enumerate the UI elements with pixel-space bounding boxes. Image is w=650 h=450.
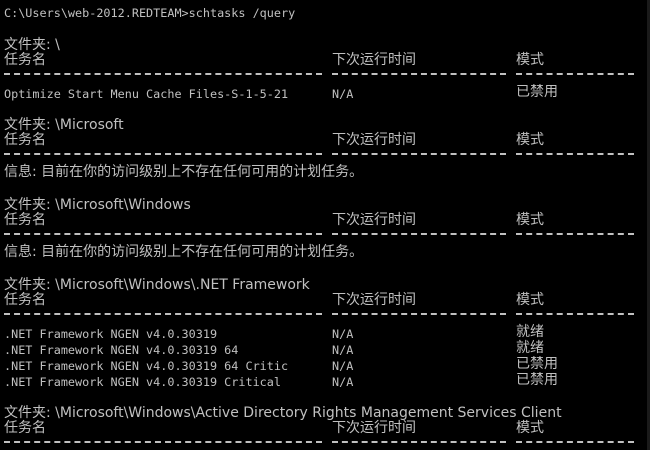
column-header-task-name: 任务名 bbox=[4, 292, 46, 308]
task-name: .NET Framework NGEN v4.0.30319 Critical bbox=[4, 375, 281, 389]
task-mode: 就绪 bbox=[516, 340, 544, 356]
column-header-next-run-time: 下次运行时间 bbox=[332, 420, 416, 436]
folder-label: 文件夹: \Microsoft\Windows bbox=[4, 197, 191, 213]
task-next-run: N/A bbox=[332, 327, 354, 341]
column-header-next-run-time: 下次运行时间 bbox=[332, 292, 416, 308]
header-separator bbox=[0, 310, 650, 318]
header-separator bbox=[0, 230, 650, 238]
column-header-mode: 模式 bbox=[516, 212, 544, 228]
task-next-run: N/A bbox=[332, 343, 354, 357]
command-prompt-line: C:\Users\web-2012.REDTEAM>schtasks /quer… bbox=[4, 6, 296, 20]
column-header-mode: 模式 bbox=[516, 420, 544, 436]
header-separator bbox=[0, 70, 650, 78]
column-header-next-run-time: 下次运行时间 bbox=[332, 132, 416, 148]
folder-label: 文件夹: \Microsoft bbox=[4, 117, 124, 133]
column-header-next-run-time: 下次运行时间 bbox=[332, 212, 416, 228]
info-message: 信息: 目前在你的访问级别上不存在任何可用的计划任务。 bbox=[4, 164, 364, 180]
column-header-task-name: 任务名 bbox=[4, 420, 46, 436]
header-separator bbox=[0, 438, 650, 446]
column-header-mode: 模式 bbox=[516, 292, 544, 308]
column-header-next-run-time: 下次运行时间 bbox=[332, 52, 416, 68]
task-mode: 已禁用 bbox=[516, 372, 558, 388]
task-name: .NET Framework NGEN v4.0.30319 bbox=[4, 327, 218, 341]
column-header-task-name: 任务名 bbox=[4, 132, 46, 148]
column-header-task-name: 任务名 bbox=[4, 52, 46, 68]
task-mode: 就绪 bbox=[516, 324, 544, 340]
folder-label: 文件夹: \Microsoft\Windows\Active Directory… bbox=[4, 405, 562, 421]
folder-label: 文件夹: \ bbox=[4, 37, 60, 53]
column-header-mode: 模式 bbox=[516, 52, 544, 68]
task-mode: 已禁用 bbox=[516, 356, 558, 372]
task-next-run: N/A bbox=[332, 375, 354, 389]
task-mode: 已禁用 bbox=[516, 84, 558, 100]
task-next-run: N/A bbox=[332, 87, 354, 101]
task-next-run: N/A bbox=[332, 359, 354, 373]
task-name: Optimize Start Menu Cache Files-S-1-5-21 bbox=[4, 87, 289, 101]
info-message: 信息: 目前在你的访问级别上不存在任何可用的计划任务。 bbox=[4, 244, 364, 260]
task-name: .NET Framework NGEN v4.0.30319 64 Critic bbox=[4, 359, 289, 373]
column-header-task-name: 任务名 bbox=[4, 212, 46, 228]
task-name: .NET Framework NGEN v4.0.30319 64 bbox=[4, 343, 239, 357]
header-separator bbox=[0, 150, 650, 158]
console-window[interactable]: C:\Users\web-2012.REDTEAM>schtasks /quer… bbox=[0, 0, 650, 450]
folder-label: 文件夹: \Microsoft\Windows\.NET Framework bbox=[4, 277, 310, 293]
column-header-mode: 模式 bbox=[516, 132, 544, 148]
